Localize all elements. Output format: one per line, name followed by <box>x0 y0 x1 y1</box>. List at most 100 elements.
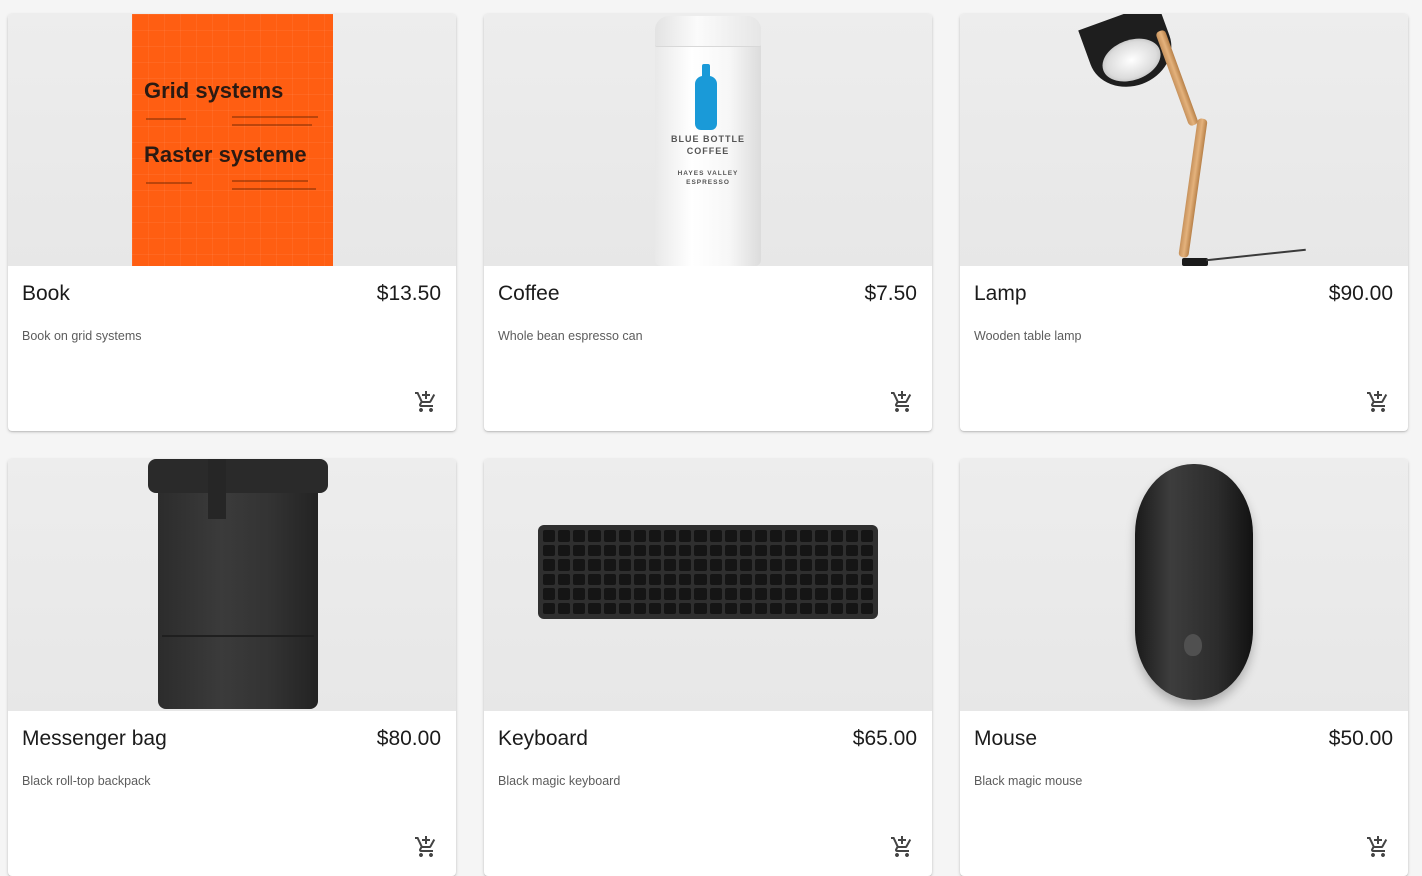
keyboard-key <box>815 544 828 556</box>
keyboard-key <box>830 559 843 571</box>
add-shopping-cart-icon <box>415 391 436 412</box>
keyboard-key <box>785 559 798 571</box>
mouse <box>1135 464 1253 700</box>
book-cover: Grid systems Raster systeme <box>132 14 333 266</box>
product-image-lamp <box>960 14 1408 266</box>
blue-bottle-logo-icon <box>695 64 717 130</box>
keyboard-key <box>785 544 798 556</box>
keyboard-key <box>845 602 858 614</box>
add-to-cart-button[interactable] <box>890 835 914 859</box>
keyboard-key <box>573 588 586 600</box>
keyboard-key <box>573 544 586 556</box>
keyboard-key <box>618 573 631 585</box>
keyboard <box>538 525 878 619</box>
add-to-cart-button[interactable] <box>890 390 914 414</box>
keyboard-key <box>694 602 707 614</box>
product-description: Black magic mouse <box>974 774 1083 788</box>
keyboard-key <box>754 588 768 600</box>
keyboard-key <box>648 559 662 571</box>
backpack <box>148 459 328 709</box>
keyboard-key <box>815 530 828 542</box>
keyboard-key <box>633 573 646 585</box>
product-card-messenger-bag[interactable]: Messenger bag $80.00 Black roll-top back… <box>8 459 456 876</box>
product-card-coffee[interactable]: BLUE BOTTLE COFFEE HAYES VALLEY ESPRESSO… <box>484 14 932 431</box>
keyboard-key <box>618 530 631 542</box>
product-card-keyboard[interactable]: Keyboard $65.00 Black magic keyboard <box>484 459 932 876</box>
keyboard-key <box>860 588 873 600</box>
keyboard-key <box>754 573 768 585</box>
keyboard-key <box>800 602 813 614</box>
keyboard-key <box>860 602 873 614</box>
add-to-cart-button[interactable] <box>1366 390 1390 414</box>
product-description: Book on grid systems <box>22 329 142 343</box>
keyboard-key <box>588 573 601 585</box>
keyboard-key <box>543 602 556 614</box>
keyboard-key <box>739 530 752 542</box>
product-image-coffee: BLUE BOTTLE COFFEE HAYES VALLEY ESPRESSO <box>484 14 932 266</box>
keyboard-key <box>845 530 858 542</box>
keyboard-key <box>633 588 646 600</box>
keyboard-key <box>830 588 843 600</box>
add-to-cart-button[interactable] <box>414 390 438 414</box>
product-image-messenger-bag <box>8 459 456 711</box>
product-price: $7.50 <box>864 282 917 305</box>
keyboard-key <box>860 530 873 542</box>
keyboard-key <box>588 602 601 614</box>
keyboard-key <box>633 559 646 571</box>
product-image-book: Grid systems Raster systeme <box>8 14 456 266</box>
keyboard-key <box>724 559 737 571</box>
keyboard-key <box>860 573 873 585</box>
keyboard-key <box>785 530 798 542</box>
keyboard-key <box>800 573 813 585</box>
product-card-mouse[interactable]: Mouse $50.00 Black magic mouse <box>960 459 1408 876</box>
keyboard-key <box>770 559 783 571</box>
product-card-book[interactable]: Grid systems Raster systeme Book $13.50 … <box>8 14 456 431</box>
keyboard-key <box>785 588 798 600</box>
keyboard-key <box>770 573 783 585</box>
add-to-cart-button[interactable] <box>1366 835 1390 859</box>
keyboard-key <box>815 602 828 614</box>
keyboard-key <box>754 559 768 571</box>
keyboard-key <box>588 588 601 600</box>
apple-logo-icon <box>1184 634 1202 656</box>
keyboard-key <box>709 602 722 614</box>
keyboard-key <box>694 573 707 585</box>
add-to-cart-button[interactable] <box>414 835 438 859</box>
book-cover-subtitle: Raster systeme <box>144 142 307 167</box>
keyboard-key <box>558 573 571 585</box>
product-description: Black magic keyboard <box>498 774 621 788</box>
keyboard-key <box>754 530 768 542</box>
keyboard-key <box>679 573 692 585</box>
keyboard-key <box>724 588 737 600</box>
add-shopping-cart-icon <box>1367 836 1388 857</box>
keyboard-key <box>603 588 616 600</box>
keyboard-key <box>830 573 843 585</box>
keyboard-key <box>800 544 813 556</box>
keyboard-key <box>694 559 707 571</box>
product-price: $13.50 <box>376 282 441 305</box>
keyboard-key <box>588 544 601 556</box>
keyboard-key <box>785 602 798 614</box>
keyboard-key <box>618 559 631 571</box>
keyboard-key <box>664 588 677 600</box>
product-description: Black roll-top backpack <box>22 774 151 788</box>
keyboard-key <box>648 588 662 600</box>
keyboard-key <box>815 559 828 571</box>
product-card-lamp[interactable]: Lamp $90.00 Wooden table lamp <box>960 14 1408 431</box>
product-title: Coffee <box>498 282 560 305</box>
keyboard-key <box>770 602 783 614</box>
coffee-can: BLUE BOTTLE COFFEE HAYES VALLEY ESPRESSO <box>655 16 761 266</box>
keyboard-key <box>618 602 631 614</box>
keyboard-key <box>845 544 858 556</box>
keyboard-key <box>573 530 586 542</box>
add-shopping-cart-icon <box>415 836 436 857</box>
keyboard-key <box>754 544 768 556</box>
keyboard-key <box>558 602 571 614</box>
keyboard-key <box>830 530 843 542</box>
keyboard-key <box>724 602 737 614</box>
coffee-brand-line1: BLUE BOTTLE <box>671 134 745 144</box>
coffee-blend-line2: ESPRESSO <box>686 179 730 186</box>
keyboard-key <box>845 559 858 571</box>
product-price: $65.00 <box>852 727 917 750</box>
coffee-blend-line1: HAYES VALLEY <box>677 170 739 177</box>
